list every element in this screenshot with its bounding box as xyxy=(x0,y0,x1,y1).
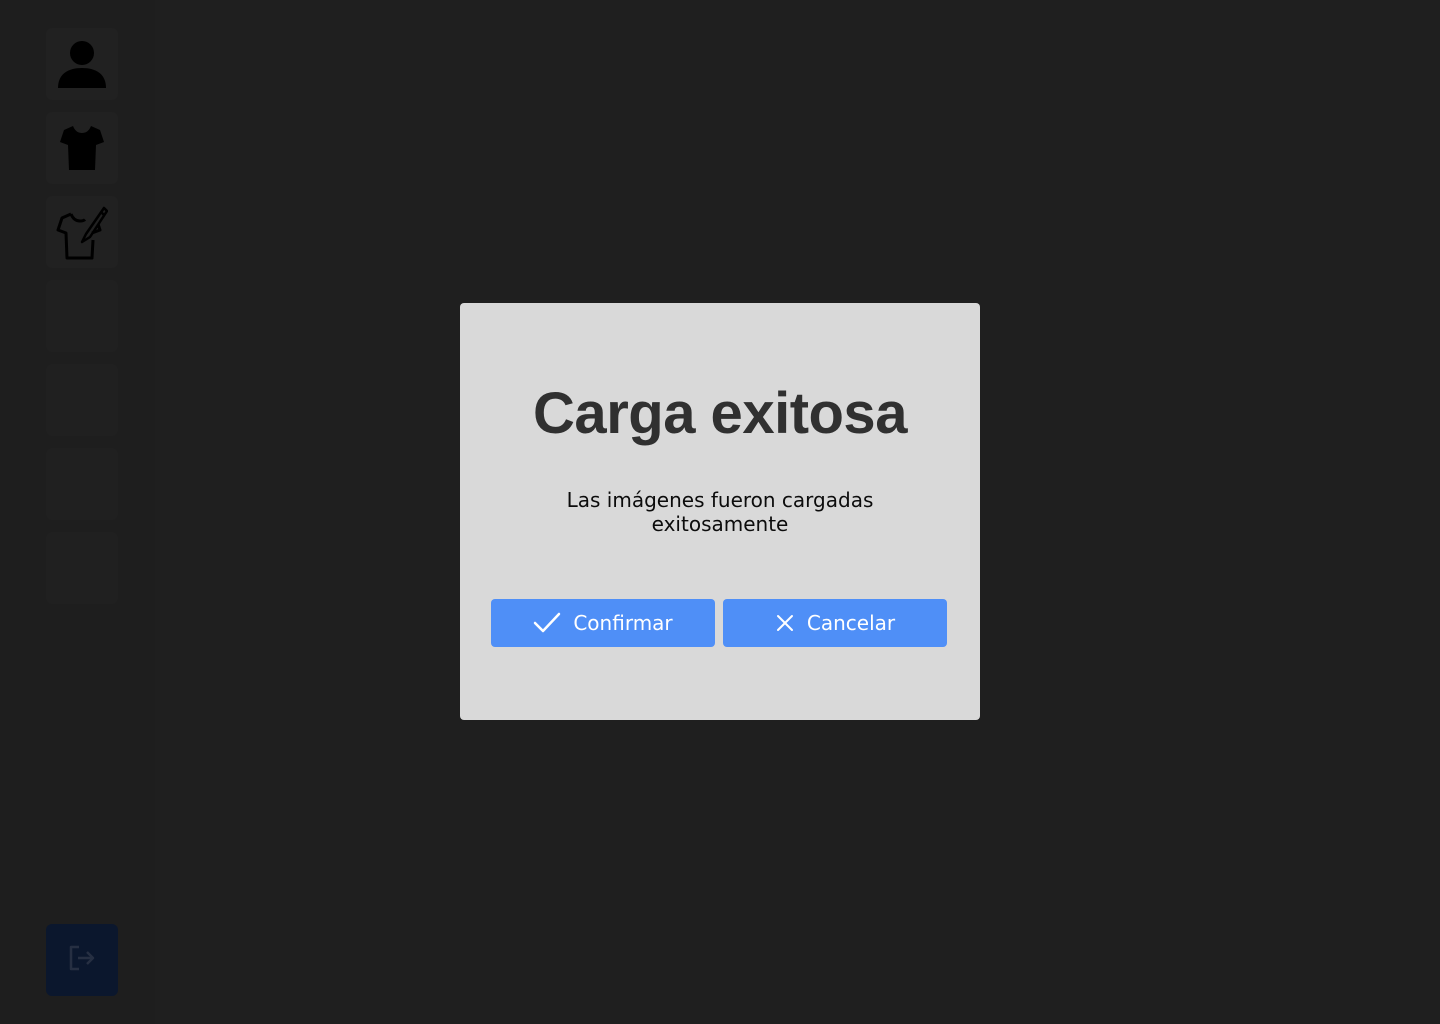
cancel-button[interactable]: Cancelar xyxy=(723,599,947,647)
app-root: Carga exitosa Las imágenes fueron cargad… xyxy=(0,0,1440,1024)
cancel-button-label: Cancelar xyxy=(806,611,896,635)
success-dialog: Carga exitosa Las imágenes fueron cargad… xyxy=(460,303,980,720)
dialog-message: Las imágenes fueron cargadas exitosament… xyxy=(566,488,874,536)
confirm-button[interactable]: Confirmar xyxy=(491,599,715,647)
confirm-button-label: Confirmar xyxy=(573,611,673,635)
x-icon xyxy=(775,613,795,633)
dialog-title: Carga exitosa xyxy=(533,381,907,446)
check-icon xyxy=(533,612,561,634)
